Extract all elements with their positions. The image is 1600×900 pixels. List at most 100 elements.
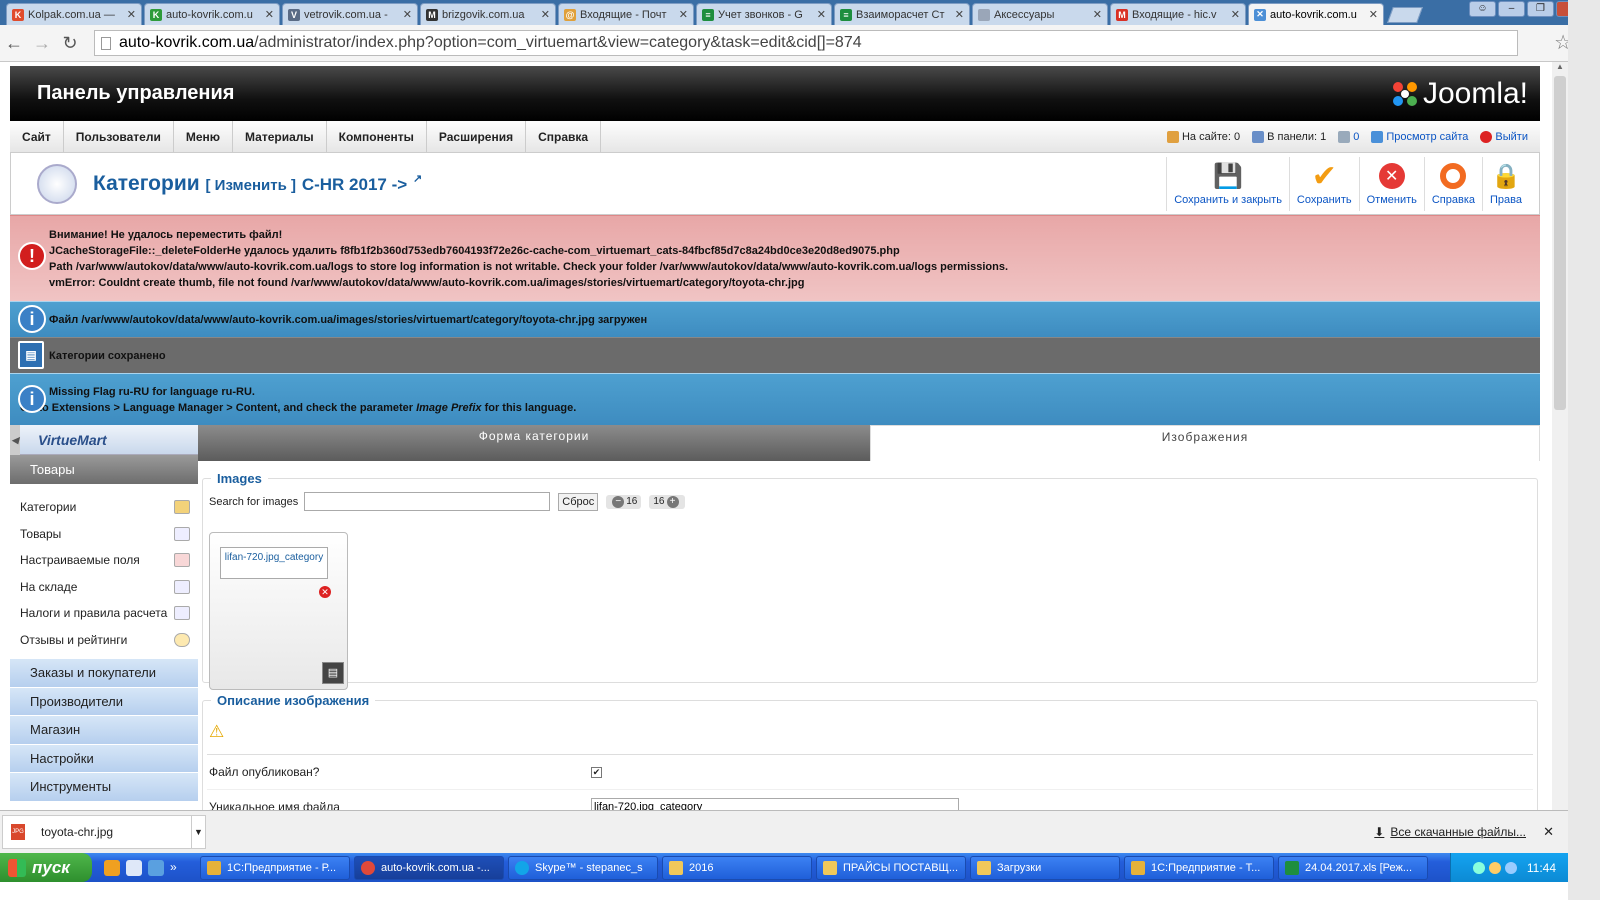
- image-thumbnail[interactable]: lifan-720.jpg_category ✕ ▤: [209, 532, 348, 690]
- reload-icon[interactable]: ↻: [56, 33, 84, 54]
- tab-category-form[interactable]: Форма категории: [198, 425, 870, 461]
- reset-button[interactable]: Сброс: [558, 492, 599, 511]
- tray-icon[interactable]: [1472, 861, 1485, 874]
- menu-item-menus[interactable]: Меню: [174, 121, 234, 152]
- menu-item-extensions[interactable]: Расширения: [427, 121, 527, 152]
- clock[interactable]: 11:44: [1527, 861, 1556, 875]
- browser-tab[interactable]: @ Входящие - Почт ✕: [558, 3, 694, 25]
- permissions-button[interactable]: 🔒 Права: [1482, 157, 1529, 211]
- browser-tab[interactable]: ≡ Учет звонков - G ✕: [696, 3, 832, 25]
- scrollbar-thumb[interactable]: [1554, 76, 1566, 410]
- more-icon[interactable]: »: [170, 860, 186, 876]
- start-button[interactable]: пуск: [0, 853, 92, 882]
- tab-title: Учет звонков - G: [718, 8, 803, 21]
- close-tab-icon[interactable]: ✕: [1369, 8, 1378, 21]
- edit-image-icon[interactable]: ▤: [322, 662, 344, 684]
- close-tab-icon[interactable]: ✕: [127, 8, 136, 21]
- sidebar-group-products[interactable]: Товары: [10, 455, 198, 484]
- sidebar-item-custom-fields[interactable]: Настраиваемые поля: [10, 547, 198, 574]
- taskbar-button[interactable]: 1С:Предприятие - Р...: [200, 855, 350, 880]
- browser-tab[interactable]: M Входящие - hic.v ✕: [1110, 3, 1246, 25]
- close-tab-icon[interactable]: ✕: [403, 8, 412, 21]
- sidebar-section-settings[interactable]: Настройки: [10, 744, 198, 773]
- scroll-up-icon[interactable]: ▲: [1552, 62, 1568, 74]
- menu-item-site[interactable]: Сайт: [10, 121, 64, 152]
- browser-tab[interactable]: ≡ Взаиморасчет Ст ✕: [834, 3, 970, 25]
- users-icon: [1166, 130, 1179, 143]
- quicklaunch-icon[interactable]: [126, 859, 142, 876]
- close-downloads-icon[interactable]: ✕: [1543, 824, 1554, 840]
- tab-images[interactable]: Изображения: [870, 425, 1540, 461]
- taskbar-button[interactable]: 24.04.2017.xls [Реж...: [1278, 855, 1428, 880]
- collapse-sidebar-icon[interactable]: ◀: [10, 425, 20, 455]
- sidebar-section-shop[interactable]: Магазин: [10, 716, 198, 745]
- save-disk-icon: 💾: [1213, 162, 1244, 190]
- sidebar-section-orders[interactable]: Заказы и покупатели: [10, 659, 198, 688]
- all-downloads-link[interactable]: ⬇ Все скачанные файлы...: [1374, 825, 1526, 839]
- save-and-close-button[interactable]: 💾 Сохранить и закрыть: [1166, 157, 1289, 211]
- url-field[interactable]: auto-kovrik.com.ua/administrator/index.p…: [94, 30, 1518, 56]
- sidebar-item-stock[interactable]: На складе: [10, 574, 198, 601]
- tray-icon[interactable]: [1504, 861, 1517, 874]
- taskbar-label: ПРАЙСЫ ПОСТАВЩ...: [843, 861, 959, 874]
- browser-tab[interactable]: Vvetrovik.com.ua - ✕: [282, 3, 418, 25]
- close-tab-icon[interactable]: ✕: [955, 8, 964, 21]
- sidebar-item-products[interactable]: Товары: [10, 521, 198, 548]
- sidebar-section-manufacturers[interactable]: Производители: [10, 687, 198, 716]
- help-button[interactable]: Справка: [1423, 157, 1482, 211]
- view-site-link[interactable]: Просмотр сайта: [1371, 130, 1468, 143]
- search-images-input[interactable]: [304, 492, 551, 511]
- taskbar-button[interactable]: ПРАЙСЫ ПОСТАВЩ...: [816, 855, 966, 880]
- maximize-icon[interactable]: ❐: [1527, 1, 1554, 17]
- close-tab-icon[interactable]: ✕: [817, 8, 826, 21]
- sidebar-item-taxes[interactable]: Налоги и правила расчета: [10, 600, 198, 627]
- pager-next[interactable]: 16 +: [649, 494, 685, 509]
- external-link-icon[interactable]: ↗: [413, 173, 422, 185]
- messages-count[interactable]: 0: [1338, 130, 1359, 143]
- windows-taskbar: пуск » 1С:Предприятие - Р... auto-kovrik…: [0, 853, 1568, 882]
- pager-prev[interactable]: −16: [606, 494, 642, 509]
- browser-tab[interactable]: Аксессуары ✕: [972, 3, 1108, 25]
- browser-tab[interactable]: K Kolpak.com.ua — ✕: [6, 3, 142, 25]
- menu-item-help[interactable]: Справка: [526, 121, 602, 152]
- logout-link[interactable]: Выйти: [1480, 130, 1528, 143]
- published-checkbox[interactable]: ✔: [591, 766, 602, 778]
- download-item[interactable]: JPG toyota-chr.jpg ▼: [2, 815, 206, 849]
- quicklaunch-icon[interactable]: [104, 859, 120, 876]
- sidebar-section-tools[interactable]: Инструменты: [10, 773, 198, 802]
- taskbar-button[interactable]: auto-kovrik.com.ua -...: [354, 855, 504, 880]
- url-path: /administrator/index.php?option=com_virt…: [254, 34, 862, 51]
- sidebar-item-categories[interactable]: Категории: [10, 494, 198, 521]
- page-scrollbar[interactable]: ▲ ▼: [1552, 62, 1568, 826]
- forward-arrow-icon[interactable]: →: [28, 33, 56, 54]
- delete-image-icon[interactable]: ✕: [319, 586, 331, 598]
- taskbar-button[interactable]: Загрузки: [970, 855, 1120, 880]
- taskbar-button[interactable]: 2016: [662, 855, 812, 880]
- quicklaunch-icon[interactable]: [148, 859, 164, 876]
- sidebar-item-reviews[interactable]: Отзывы и рейтинги: [10, 627, 198, 654]
- user-icon[interactable]: ☺: [1469, 1, 1496, 17]
- new-tab-button[interactable]: [1387, 7, 1423, 23]
- taskbar-button[interactable]: Skype™ - stepanec_s: [508, 855, 658, 880]
- cancel-button[interactable]: ✕ Отменить: [1358, 157, 1424, 211]
- menu-item-content[interactable]: Материалы: [233, 121, 327, 152]
- close-tab-icon[interactable]: ✕: [1093, 8, 1102, 21]
- close-tab-icon[interactable]: ✕: [541, 8, 550, 21]
- save-button[interactable]: ✔ Сохранить: [1288, 157, 1359, 211]
- browser-tab[interactable]: Kauto-kovrik.com.u ✕: [144, 3, 280, 25]
- tray-icon[interactable]: [1488, 861, 1501, 874]
- browser-tab-active[interactable]: ✕ auto-kovrik.com.u ✕: [1248, 3, 1384, 25]
- chevron-down-icon[interactable]: ▼: [191, 816, 205, 848]
- menu-item-users[interactable]: Пользователи: [64, 121, 174, 152]
- menu-item-components[interactable]: Компоненты: [327, 121, 427, 152]
- browser-tab[interactable]: Mbrizgovik.com.ua ✕: [420, 3, 556, 25]
- close-tab-icon[interactable]: ✕: [265, 8, 274, 21]
- save-label: Сохранить: [1296, 194, 1352, 206]
- minimize-icon[interactable]: –: [1498, 1, 1525, 17]
- on-site-count: На сайте: 0: [1181, 130, 1241, 143]
- back-arrow-icon[interactable]: ←: [0, 33, 28, 54]
- close-tab-icon[interactable]: ✕: [679, 8, 688, 21]
- folder-icon: [669, 860, 683, 875]
- close-tab-icon[interactable]: ✕: [1231, 8, 1240, 21]
- taskbar-button[interactable]: 1С:Предприятие - Т...: [1124, 855, 1274, 880]
